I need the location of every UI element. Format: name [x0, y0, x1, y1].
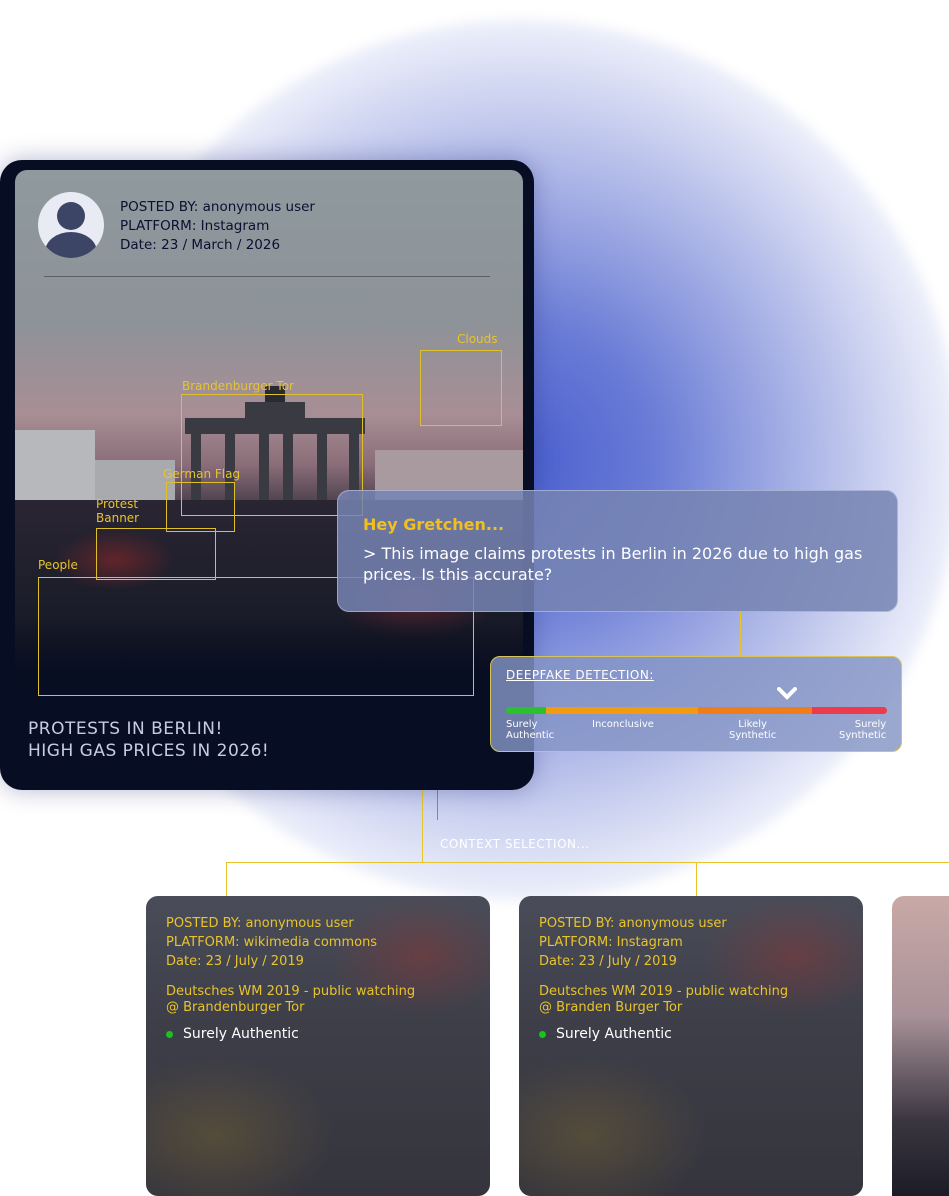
context-description: Deutsches WM 2019 - public watching @ Br… — [539, 984, 789, 1015]
posted-by: POSTED BY: anonymous user — [120, 199, 315, 215]
detection-box-german-flag[interactable] — [166, 482, 235, 532]
connector-line — [740, 610, 741, 656]
authenticity-scale-bar — [506, 707, 887, 714]
chat-message: > This image claims protests in Berlin i… — [363, 544, 863, 584]
platform: PLATFORM: Instagram — [539, 935, 683, 950]
posted-by: POSTED BY: anonymous user — [539, 916, 727, 931]
status-dot-icon — [166, 1030, 173, 1038]
avatar[interactable] — [38, 192, 104, 258]
detection-label-people: People — [38, 558, 78, 572]
chevron-down-icon — [777, 687, 797, 700]
scale-label-surely-authentic: Surely Authentic — [506, 719, 555, 741]
context-selection-label: CONTEXT SELECTION... — [440, 837, 590, 851]
context-card[interactable] — [892, 896, 949, 1196]
post-meta: POSTED BY: anonymous user PLATFORM: Inst… — [120, 198, 315, 255]
context-card[interactable]: POSTED BY: anonymous user PLATFORM: Inst… — [519, 896, 863, 1196]
deepfake-title: DEEPFAKE DETECTION: — [506, 668, 654, 682]
status-badge: Surely Authentic — [539, 1026, 672, 1042]
deepfake-detection-panel: DEEPFAKE DETECTION: Surely Authentic Inc… — [490, 656, 902, 752]
post-date: Date: 23 / July / 2019 — [539, 954, 677, 969]
detection-label-clouds: Clouds — [457, 332, 498, 346]
chat-greeting: Hey Gretchen... — [363, 515, 505, 534]
connector-line — [226, 862, 949, 863]
detection-box-clouds[interactable] — [420, 350, 502, 426]
detection-label-brandenburger: Brandenburger Tor — [182, 379, 294, 393]
post-headline: PROTESTS IN BERLIN! HIGH GAS PRICES IN 2… — [28, 719, 270, 761]
scale-label-likely-synthetic: Likely Synthetic — [729, 719, 777, 741]
context-description: Deutsches WM 2019 - public watching @ Br… — [166, 984, 416, 1015]
user-icon — [45, 202, 97, 258]
platform: PLATFORM: Instagram — [120, 218, 270, 234]
platform: PLATFORM: wikimedia commons — [166, 935, 378, 950]
scale-label-inconclusive: Inconclusive — [592, 719, 654, 730]
post-date: Date: 23 / July / 2019 — [166, 954, 304, 969]
connector-line — [696, 862, 697, 896]
context-card[interactable]: POSTED BY: anonymous user PLATFORM: wiki… — [146, 896, 490, 1196]
posted-by: POSTED BY: anonymous user — [166, 916, 354, 931]
assistant-message: Hey Gretchen... > This image claims prot… — [337, 490, 898, 612]
detection-box-protest-banner[interactable] — [96, 528, 216, 580]
connector-line — [226, 862, 227, 896]
detection-label-protest-banner: Protest Banner — [96, 497, 140, 525]
post-date: Date: 23 / March / 2026 — [120, 237, 281, 253]
scale-label-surely-synthetic: Surely Synthetic — [839, 719, 887, 741]
divider — [44, 276, 490, 277]
status-badge: Surely Authentic — [166, 1026, 299, 1042]
detection-label-german-flag: German Flag — [163, 467, 241, 481]
status-dot-icon — [539, 1030, 546, 1038]
